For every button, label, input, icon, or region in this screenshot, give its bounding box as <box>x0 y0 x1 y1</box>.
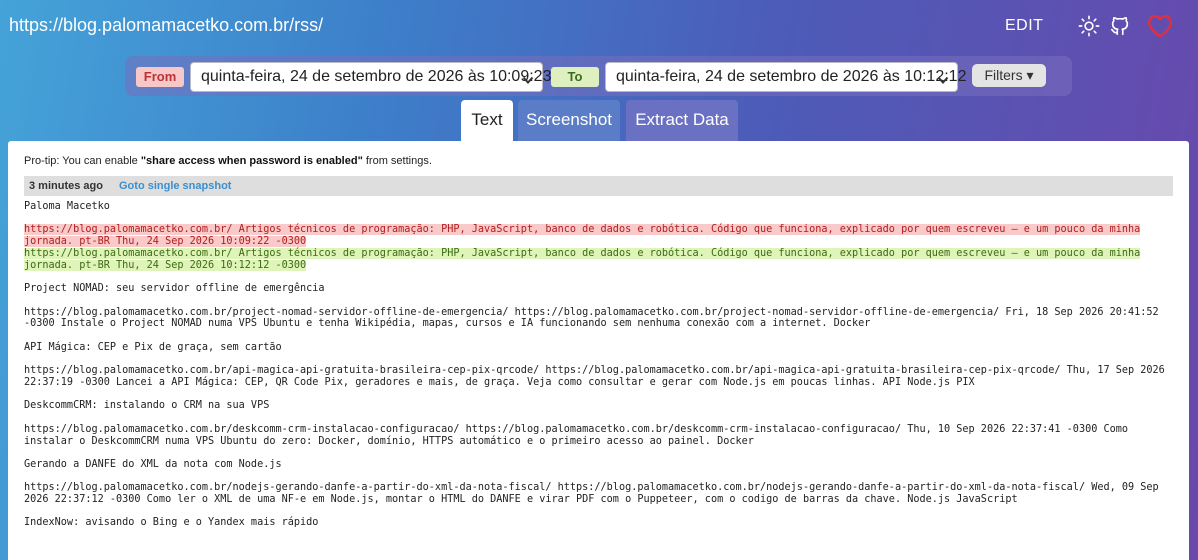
diff-item-body: https://blog.palomamacetko.com.br/nodejs… <box>24 482 1173 506</box>
diff-item-title: Gerando a DANFE do XML da nota com Node.… <box>24 458 282 470</box>
from-snapshot-value: quinta-feira, 24 de setembro de 2026 às … <box>201 68 552 85</box>
diff-controls: From quinta-feira, 24 de setembro de 202… <box>125 56 1072 96</box>
pro-tip-prefix: Pro-tip: You can enable <box>24 155 141 167</box>
tab-extract-data[interactable]: Extract Data <box>626 100 738 141</box>
tab-screenshot[interactable]: Screenshot <box>518 100 620 141</box>
watch-url[interactable]: https://blog.palomamacetko.com.br/rss/ <box>9 15 323 36</box>
diff-added-line: https://blog.palomamacetko.com.br/ Artig… <box>24 247 1141 259</box>
diff-item-line: https://blog.palomamacetko.com.br/projec… <box>24 306 1159 318</box>
content-panel: Pro-tip: You can enable "share access wh… <box>8 141 1189 560</box>
diff-added-block: https://blog.palomamacetko.com.br/ Artig… <box>24 247 1173 272</box>
heart-icon[interactable] <box>1146 13 1174 39</box>
diff-item-title: IndexNow: avisando o Bing e o Yandex mai… <box>24 517 319 529</box>
pro-tip: Pro-tip: You can enable "share access wh… <box>24 155 432 167</box>
diff-item-line: 2026 22:37:12 -0300 Como ler o XML de um… <box>24 494 1018 506</box>
diff-item-title: Project NOMAD: seu servidor offline de e… <box>24 283 325 295</box>
diff-item-line: https://blog.palomamacetko.com.br/api-ma… <box>24 365 1165 377</box>
diff-added-line: jornada. pt-BR Thu, 24 Sep 2026 10:12:12… <box>24 259 307 271</box>
sun-icon[interactable] <box>1076 13 1102 39</box>
filters-button[interactable]: Filters ▾ <box>972 64 1046 87</box>
diff-removed-block: https://blog.palomamacetko.com.br/ Artig… <box>24 224 1173 248</box>
diff-item-body: https://blog.palomamacetko.com.br/api-ma… <box>24 365 1173 389</box>
diff-item-title: DeskcommCRM: instalando o CRM na sua VPS <box>24 400 270 412</box>
diff-item-line: 22:37:19 -0300 Lancei a API Mágica: CEP,… <box>24 376 975 388</box>
to-label: To <box>551 67 599 87</box>
top-bar: https://blog.palomamacetko.com.br/rss/ E… <box>0 0 1198 52</box>
snapshot-age: 3 minutes ago <box>29 180 103 192</box>
github-icon[interactable] <box>1107 13 1133 39</box>
diff-output: Paloma Macetko https://blog.palomamacetk… <box>24 201 1173 529</box>
diff-item-line: -0300 Instale o Project NOMAD numa VPS U… <box>24 318 871 330</box>
tab-text[interactable]: Text <box>461 100 513 141</box>
goto-single-snapshot-link[interactable]: Goto single snapshot <box>119 176 231 196</box>
to-snapshot-value: quinta-feira, 24 de setembro de 2026 às … <box>616 68 967 85</box>
snapshot-bar: 3 minutes ago Goto single snapshot <box>24 176 1173 196</box>
diff-item-line: https://blog.palomamacetko.com.br/deskco… <box>24 423 1129 435</box>
pro-tip-suffix: from settings. <box>362 155 432 167</box>
diff-removed-line: jornada. pt-BR Thu, 24 Sep 2026 10:09:22… <box>24 236 307 248</box>
diff-item-title: API Mágica: CEP e Pix de graça, sem cart… <box>24 341 282 353</box>
diff-item-body: https://blog.palomamacetko.com.br/projec… <box>24 307 1173 331</box>
chevron-down-icon <box>522 72 534 90</box>
to-snapshot-select[interactable]: quinta-feira, 24 de setembro de 2026 às … <box>605 62 966 92</box>
diff-item-line: https://blog.palomamacetko.com.br/nodejs… <box>24 482 1159 494</box>
edit-button[interactable]: EDIT <box>1005 17 1043 35</box>
diff-removed-line: https://blog.palomamacetko.com.br/ Artig… <box>24 224 1141 236</box>
from-snapshot-select[interactable]: quinta-feira, 24 de setembro de 2026 às … <box>190 62 551 92</box>
diff-item-line: instalar o DeskcommCRM numa VPS Ubuntu d… <box>24 435 754 447</box>
diff-feed-title: Paloma Macetko <box>24 201 110 212</box>
from-label: From <box>136 67 184 87</box>
diff-item-body: https://blog.palomamacetko.com.br/deskco… <box>24 424 1173 448</box>
chevron-down-icon <box>937 72 949 90</box>
pro-tip-setting: "share access when password is enabled" <box>140 155 363 167</box>
